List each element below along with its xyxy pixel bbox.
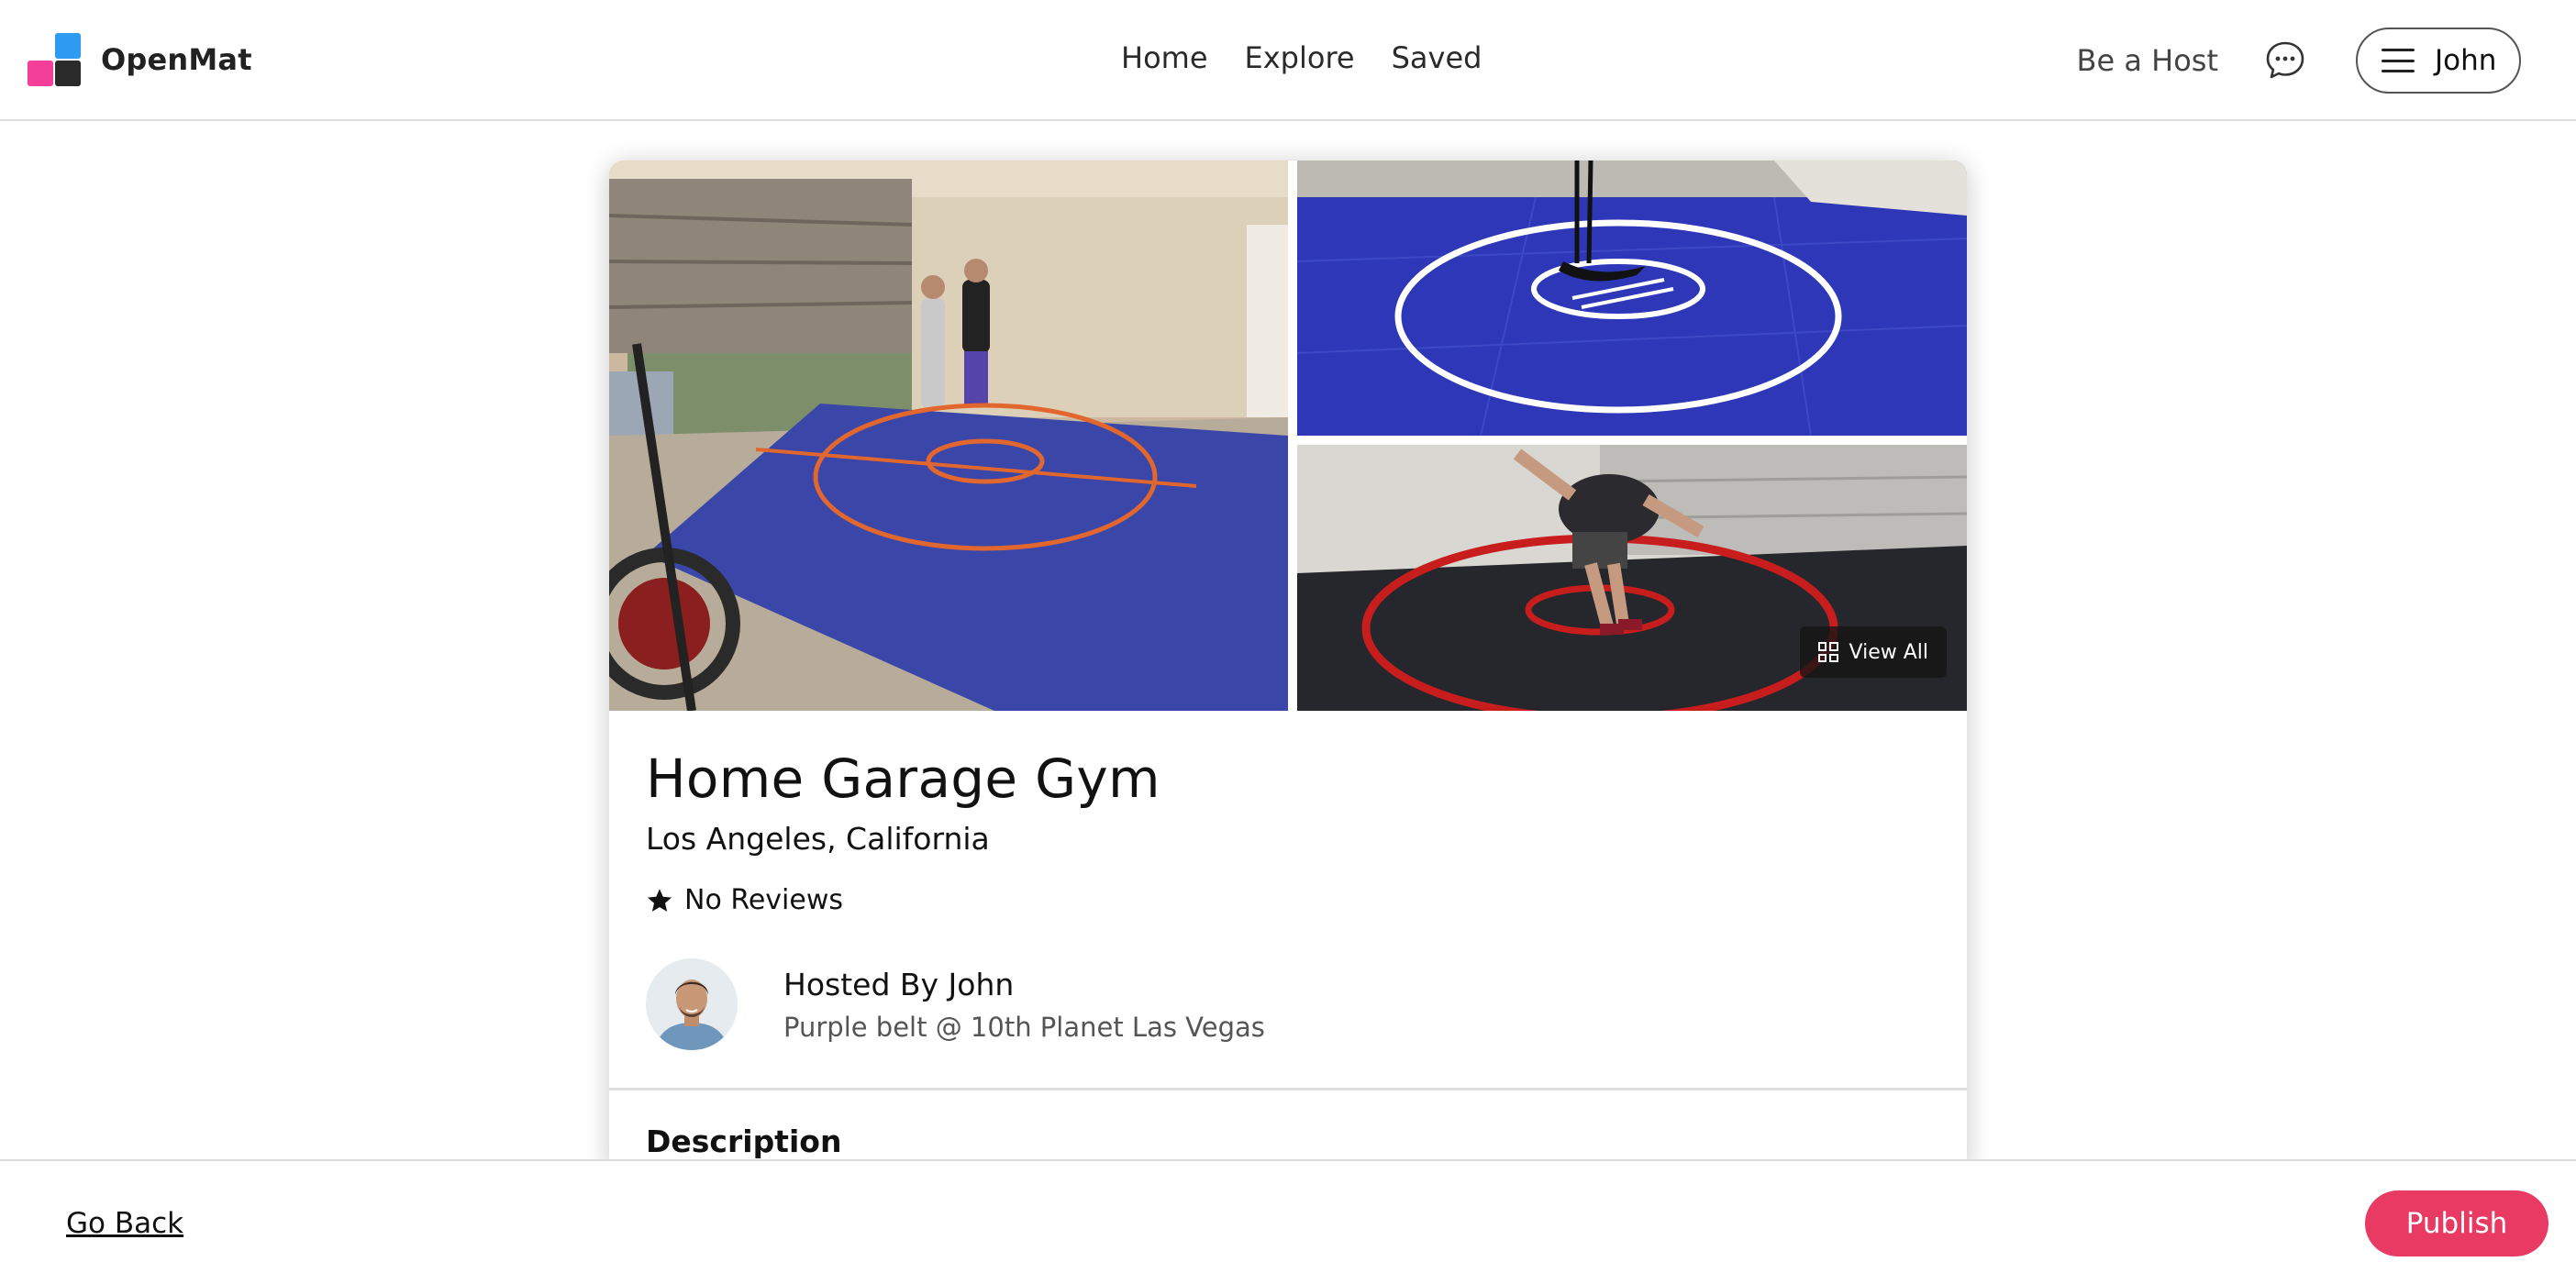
view-all-label: View All	[1849, 640, 1928, 664]
photo-gallery: View All	[609, 160, 1967, 711]
grid-icon	[1817, 642, 1838, 662]
host-avatar[interactable]	[646, 958, 738, 1050]
publish-button[interactable]: Publish	[2365, 1190, 2548, 1256]
reviews-summary[interactable]: No Reviews	[646, 884, 1930, 916]
nav-saved[interactable]: Saved	[1392, 40, 1482, 75]
host-text: Hosted By John Purple belt @ 10th Planet…	[783, 967, 1265, 1043]
nav-home[interactable]: Home	[1121, 40, 1208, 75]
be-a-host-link[interactable]: Be a Host	[2077, 43, 2218, 78]
host-info: Hosted By John Purple belt @ 10th Planet…	[646, 958, 1265, 1050]
nav-explore[interactable]: Explore	[1245, 40, 1355, 75]
chat-bubble-icon[interactable]	[2264, 39, 2306, 82]
top-header: OpenMat Home Explore Saved Be a Host Joh…	[0, 0, 2576, 121]
blue-wrestling-mat-photo[interactable]	[1297, 160, 1967, 436]
garage-gym-blue-mat-photo[interactable]	[609, 160, 1288, 711]
listing-info: Home Garage Gym Los Angeles, California …	[646, 747, 1930, 916]
view-all-button[interactable]: View All	[1799, 626, 1947, 678]
host-name: Hosted By John	[783, 966, 1015, 1002]
user-name: John	[2435, 44, 2497, 77]
listing-location: Los Angeles, California	[646, 821, 990, 857]
hamburger-menu-icon	[2382, 49, 2415, 72]
wrestlers-black-mat-photo[interactable]: View All	[1297, 445, 1967, 711]
go-back-link[interactable]: Go Back	[66, 1207, 183, 1240]
openmat-logo[interactable]: OpenMat	[28, 33, 252, 86]
brand-name: OpenMat	[101, 42, 252, 77]
bottom-action-bar: Go Back Publish	[0, 1159, 2576, 1284]
main-nav: Home Explore Saved	[1121, 40, 1482, 75]
host-subtitle: Purple belt @ 10th Planet Las Vegas	[783, 1011, 1265, 1043]
listing-card: View All Home Garage Gym Los Angeles, Ca…	[609, 160, 1967, 1169]
description-heading: Description	[646, 1124, 842, 1159]
openmat-logo-icon	[28, 33, 81, 86]
header-actions: Be a Host John	[2077, 28, 2521, 94]
user-menu-button[interactable]: John	[2356, 28, 2521, 94]
reviews-label: No Reviews	[684, 884, 843, 916]
section-divider	[609, 1088, 1967, 1090]
star-icon	[648, 888, 672, 912]
listing-title: Home Garage Gym	[646, 747, 1160, 810]
